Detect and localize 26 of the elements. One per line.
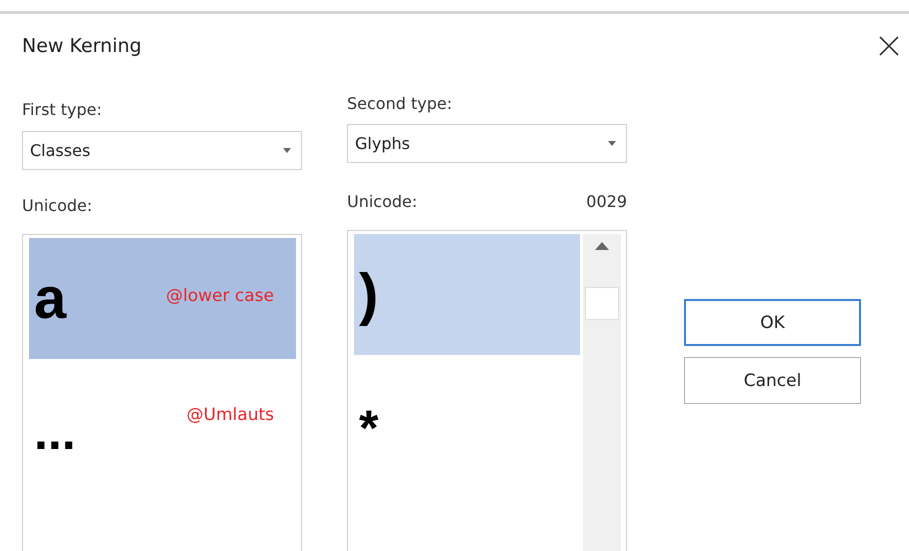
class-name: @lower case (166, 286, 274, 306)
dialog-button[interactable]: Cancel (684, 357, 861, 404)
glyph-preview: ... (33, 402, 76, 456)
scroll-thumb[interactable] (585, 287, 619, 320)
glyph-preview: a (33, 270, 66, 328)
window-title: New Kerning (22, 35, 142, 57)
list-item[interactable]: ) (354, 234, 580, 355)
glyph-preview: * (358, 398, 378, 452)
list-item[interactable]: ... @Umlauts (29, 359, 296, 480)
caret-icon (283, 148, 291, 153)
class-name: @Umlauts (186, 405, 274, 425)
dialog-button[interactable]: OK (684, 299, 861, 346)
close-icon[interactable] (879, 36, 899, 56)
field-label: Unicode: (22, 196, 94, 215)
scroll-up-icon[interactable] (595, 242, 609, 250)
list-item[interactable]: * (354, 355, 580, 476)
unicode-value: 0029 (586, 192, 627, 211)
scrollbar[interactable] (583, 234, 621, 551)
field-label: Unicode: (347, 192, 418, 211)
type-dropdown[interactable]: Glyphs (347, 124, 627, 163)
caret-icon (608, 141, 616, 146)
field-label: Second type: (347, 94, 454, 113)
field-label: First type: (22, 100, 103, 119)
type-dropdown[interactable]: Classes (22, 131, 302, 170)
glyph-preview: ) (358, 266, 378, 324)
list-item[interactable]: a @lower case (29, 238, 296, 359)
